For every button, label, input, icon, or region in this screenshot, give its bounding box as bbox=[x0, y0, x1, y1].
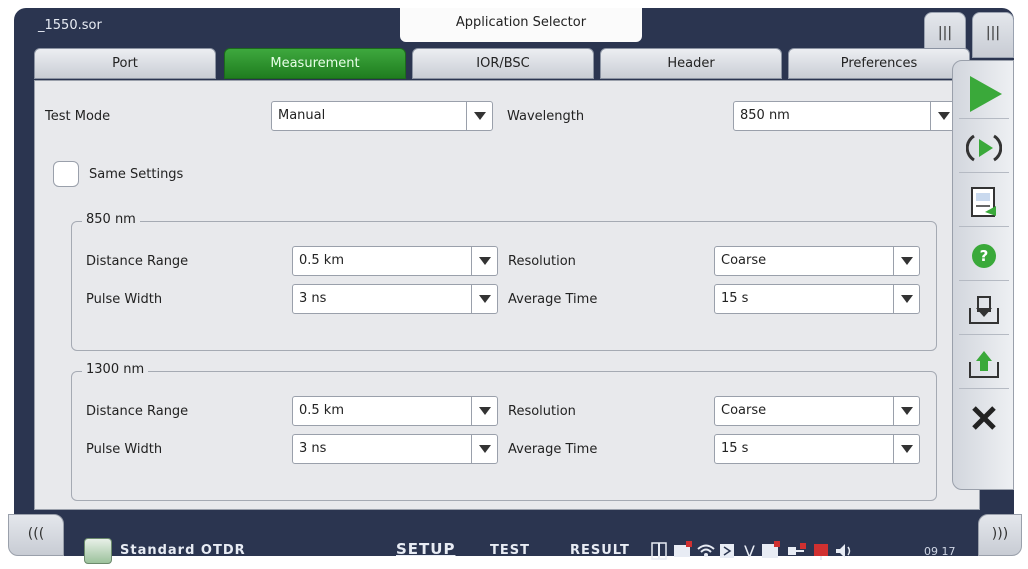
scroll-left-button[interactable]: ((( bbox=[8, 514, 64, 556]
group-title: 1300 nm bbox=[82, 362, 149, 377]
application-selector-button[interactable]: Application Selector bbox=[400, 8, 642, 42]
usb-icon bbox=[674, 541, 692, 557]
display-icon bbox=[814, 544, 828, 560]
report-button[interactable] bbox=[959, 177, 1009, 227]
test-mode-value: Manual bbox=[278, 108, 326, 123]
wifi-icon bbox=[697, 544, 715, 557]
distance-range-value: 0.5 km bbox=[299, 253, 344, 268]
pulse-width-select[interactable]: 3 ns bbox=[292, 284, 498, 314]
distance-range-select[interactable]: 0.5 km bbox=[292, 396, 498, 426]
measurement-panel: Test Mode Manual Wavelength 850 nm Same … bbox=[34, 80, 980, 510]
save-icon bbox=[969, 295, 999, 324]
group-850nm: 850 nm Distance Range 0.5 km Resolution … bbox=[71, 212, 937, 351]
v-status-text: V bbox=[744, 542, 755, 561]
action-sidebar: ? bbox=[952, 60, 1014, 490]
resolution-label: Resolution bbox=[508, 404, 576, 419]
nav-test[interactable]: TEST bbox=[490, 543, 530, 558]
average-time-value: 15 s bbox=[721, 291, 749, 306]
application-window: _1550.sor Application Selector ||| ||| P… bbox=[14, 8, 1014, 556]
pulse-width-value: 3 ns bbox=[299, 291, 327, 306]
resolution-value: Coarse bbox=[721, 403, 767, 418]
tab-preferences[interactable]: Preferences bbox=[788, 48, 970, 79]
chevron-down-icon bbox=[893, 397, 919, 425]
load-button[interactable] bbox=[959, 339, 1009, 389]
nav-result[interactable]: RESULT bbox=[570, 543, 630, 558]
wavelength-value: 850 nm bbox=[740, 108, 790, 123]
resolution-select[interactable]: Coarse bbox=[714, 396, 920, 426]
average-time-select[interactable]: 15 s bbox=[714, 434, 920, 464]
settings-tab-strip: Port Measurement IOR/BSC Header Preferen… bbox=[34, 48, 980, 80]
load-icon bbox=[969, 350, 999, 378]
chevron-down-icon bbox=[471, 397, 497, 425]
bluetooth-icon bbox=[720, 544, 734, 558]
resolution-label: Resolution bbox=[508, 254, 576, 269]
test-mode-label: Test Mode bbox=[45, 109, 111, 124]
file-name: _1550.sor bbox=[38, 18, 102, 33]
average-time-select[interactable]: 15 s bbox=[714, 284, 920, 314]
tab-measurement[interactable]: Measurement bbox=[224, 48, 406, 79]
wavelength-select[interactable]: 850 nm bbox=[733, 101, 957, 131]
save-button[interactable] bbox=[959, 285, 1009, 335]
tab-ior-bsc[interactable]: IOR/BSC bbox=[412, 48, 594, 79]
group-1300nm: 1300 nm Distance Range 0.5 km Resolution… bbox=[71, 362, 937, 501]
distance-range-value: 0.5 km bbox=[299, 403, 344, 418]
same-settings-label: Same Settings bbox=[89, 167, 184, 182]
chevron-down-icon bbox=[893, 247, 919, 275]
wavelength-label: Wavelength bbox=[507, 109, 585, 124]
chevron-down-icon bbox=[471, 285, 497, 313]
resolution-value: Coarse bbox=[721, 253, 767, 268]
chevron-down-icon bbox=[893, 285, 919, 313]
start-button[interactable] bbox=[959, 69, 1009, 119]
help-icon: ? bbox=[972, 243, 996, 268]
nav-setup[interactable]: SETUP bbox=[396, 540, 455, 558]
chevron-down-icon bbox=[471, 247, 497, 275]
tab-header[interactable]: Header bbox=[600, 48, 782, 79]
app-name: Standard OTDR bbox=[120, 543, 246, 558]
repeat-start-button[interactable] bbox=[959, 123, 1009, 173]
status-icons: V bbox=[650, 541, 920, 565]
distance-range-label: Distance Range bbox=[86, 254, 189, 269]
pulse-width-select[interactable]: 3 ns bbox=[292, 434, 498, 464]
pulse-width-value: 3 ns bbox=[299, 441, 327, 456]
chevron-down-icon bbox=[893, 435, 919, 463]
play-icon bbox=[970, 75, 1002, 112]
distance-range-label: Distance Range bbox=[86, 404, 189, 419]
average-time-label: Average Time bbox=[508, 442, 598, 457]
report-icon bbox=[971, 186, 996, 217]
help-button[interactable]: ? bbox=[959, 231, 1009, 281]
chevron-down-icon bbox=[471, 435, 497, 463]
scroll-right-button[interactable]: ))) bbox=[978, 514, 1022, 556]
tab-port[interactable]: Port bbox=[34, 48, 216, 79]
terminal-icon bbox=[762, 541, 780, 558]
clock-text: 09 17 bbox=[924, 545, 956, 558]
repeat-play-icon bbox=[966, 134, 1002, 161]
group-title: 850 nm bbox=[82, 212, 140, 227]
svg-text:?: ? bbox=[980, 247, 989, 265]
pulse-width-label: Pulse Width bbox=[86, 442, 163, 457]
volume-icon bbox=[836, 544, 851, 558]
average-time-label: Average Time bbox=[508, 292, 598, 307]
resolution-select[interactable]: Coarse bbox=[714, 246, 920, 276]
otdr-app-icon bbox=[84, 538, 112, 564]
test-mode-select[interactable]: Manual bbox=[271, 101, 493, 131]
distance-range-select[interactable]: 0.5 km bbox=[292, 246, 498, 276]
close-button[interactable] bbox=[959, 393, 1009, 443]
pulse-width-label: Pulse Width bbox=[86, 292, 163, 307]
network-icon bbox=[788, 543, 806, 555]
close-icon bbox=[972, 406, 996, 430]
same-settings-checkbox[interactable] bbox=[53, 161, 79, 187]
power-plug-icon bbox=[651, 542, 667, 560]
average-time-value: 15 s bbox=[721, 441, 749, 456]
chevron-down-icon bbox=[466, 102, 492, 130]
